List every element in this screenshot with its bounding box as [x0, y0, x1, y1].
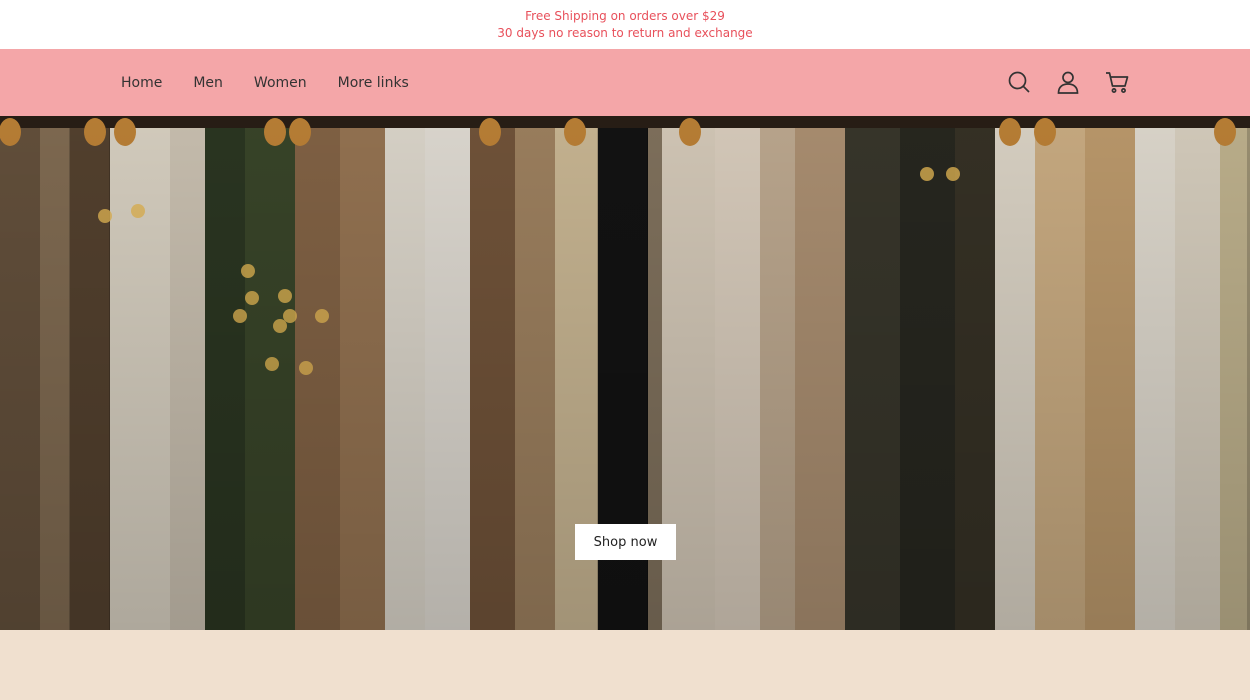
nav-link-women[interactable]: Women	[254, 75, 307, 91]
nav-links: Home Men Women More links	[121, 49, 440, 116]
search-icon[interactable]	[1006, 69, 1032, 95]
nav-link-more-links[interactable]: More links	[338, 75, 409, 91]
announcement-returns: 30 days no reason to return and exchange	[497, 26, 753, 40]
shop-now-button[interactable]: Shop now	[575, 524, 676, 560]
cart-icon[interactable]	[1104, 69, 1130, 95]
content-section-background	[0, 630, 1250, 700]
nav-link-home[interactable]: Home	[121, 75, 162, 91]
main-navigation: Home Men Women More links	[0, 49, 1250, 116]
hero-banner: Shop now	[0, 116, 1250, 630]
nav-link-men[interactable]: Men	[193, 75, 223, 91]
account-icon[interactable]	[1055, 69, 1081, 95]
announcement-bar: Free Shipping on orders over $29 30 days…	[0, 0, 1250, 49]
nav-icons	[1006, 69, 1153, 95]
announcement-shipping: Free Shipping on orders over $29	[525, 9, 725, 23]
